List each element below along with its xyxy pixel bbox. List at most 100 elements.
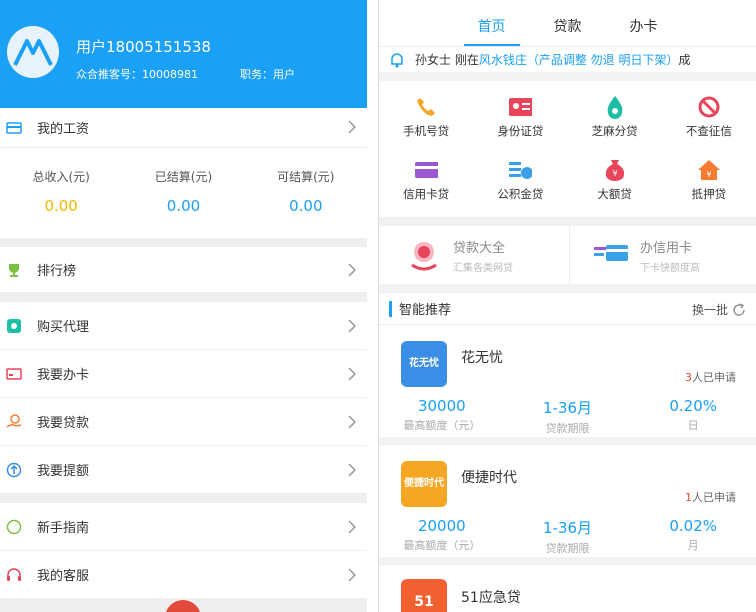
applicant-count: 3人已申请 <box>685 369 736 385</box>
product-name: 花无忧 <box>461 350 503 366</box>
compass-icon <box>6 519 22 535</box>
promo-title: 贷款大全 <box>453 240 506 256</box>
stat-term: 1-36月贷款期限 <box>505 397 631 436</box>
profile-panel: 用户18005151538 众合推客号：10008981 职务：用户 我的工资 … <box>0 0 367 612</box>
phone-icon <box>414 95 438 119</box>
loan-list-icon <box>405 236 443 274</box>
applicant-suffix: 人已申请 <box>692 371 736 384</box>
stat-value: 0.02% <box>669 517 717 535</box>
menu-item-apply-loan[interactable]: 我要贷款 <box>0 398 367 446</box>
chevron-right-icon <box>348 520 357 534</box>
divider <box>0 494 367 503</box>
stat-value: 20000 <box>417 517 466 535</box>
grid-item-sesame-loan[interactable]: 芝麻分贷 <box>568 91 662 154</box>
top-tabs: 首页 贷款 办卡 <box>379 0 756 46</box>
promo-credit-card[interactable]: 办信用卡 下卡快额度高 <box>569 226 756 284</box>
headset-icon <box>6 567 22 583</box>
stat-value: 30000 <box>417 397 466 415</box>
stat-rate: 0.02% 月 <box>630 517 756 556</box>
product-card[interactable]: 便捷时代 便捷时代 1人已申请 20000 最高额度（元） 1-36月 贷款期限 0… <box>379 445 756 565</box>
card-stack-icon <box>592 236 630 274</box>
grid-item-phone-loan[interactable]: 手机号贷 <box>379 91 473 154</box>
notice-suffix: 成 <box>678 53 691 67</box>
menu-item-guide[interactable]: 新手指南 <box>0 503 367 551</box>
promo-subtitle: 下卡快额度高 <box>640 262 700 274</box>
credit-card-icon <box>6 366 22 382</box>
grid-item-credit-card-loan[interactable]: 信用卡贷 <box>379 154 473 217</box>
grid-item-no-credit-check[interactable]: 不查征信 <box>662 91 756 154</box>
stat-term: 1-36月 贷款期限 <box>505 517 631 556</box>
product-card[interactable]: 花无忧 花无忧 3人已申请 30000 最高额度（元） 1-36月 贷款期限 0.2… <box>379 325 756 445</box>
home-panel: 首页 贷款 办卡 孙女士 刚在 风水钱庄（产品调整 勿退 明日下架） 成 手机号… <box>378 0 756 612</box>
promo-loan-list[interactable]: 贷款大全 汇集各类网贷 <box>379 226 569 284</box>
grid-label: 芝麻分贷 <box>591 124 638 138</box>
menu-item-apply-card[interactable]: 我要办卡 <box>0 350 367 398</box>
sesame-icon <box>603 95 627 119</box>
recommend-header: 智能推荐 换一批 <box>379 293 756 325</box>
tab-loan[interactable]: 贷款 <box>530 16 606 46</box>
notice-prefix: 孙女士 刚在 <box>415 53 479 67</box>
menu-item-raise-limit[interactable]: 我要提额 <box>0 446 367 494</box>
product-stats: 30000 最高额度（元） 1-36月 贷款期限 0.20% 日 <box>379 397 756 436</box>
stat-amount: 30000 最高额度（元） <box>379 397 505 436</box>
refresh-button[interactable]: 换一批 <box>692 301 746 318</box>
divider <box>0 238 367 247</box>
tab-home[interactable]: 首页 <box>454 16 530 46</box>
stat-label: 贷款期限 <box>545 422 590 435</box>
menu-label: 购买代理 <box>37 320 90 335</box>
notice-bar[interactable]: 孙女士 刚在 风水钱庄（产品调整 勿退 明日下架） 成 <box>379 46 756 72</box>
loan-category-grid: 手机号贷 身份证贷 芝麻分贷 不查征信 信用卡贷 公积金贷 ¥ 大额贷 ¥ 抵押… <box>379 81 756 217</box>
menu-label: 我要提额 <box>37 464 90 479</box>
stat-label: 最高额度（元） <box>403 419 481 432</box>
app-root: 用户18005151538 众合推客号：10008981 职务：用户 我的工资 … <box>0 0 756 612</box>
applicant-count: 1人已申请 <box>685 489 736 505</box>
grid-label: 身份证贷 <box>497 124 544 138</box>
grid-item-large-loan[interactable]: ¥ 大额贷 <box>568 154 662 217</box>
agent-icon <box>6 318 22 334</box>
divider <box>0 293 367 302</box>
product-name: 便捷时代 <box>461 470 517 486</box>
product-stats: 20000 最高额度（元） 1-36月 贷款期限 0.02% 月 <box>379 517 756 556</box>
menu-item-ranking[interactable]: 排行榜 <box>0 247 367 293</box>
house-icon: ¥ <box>697 158 721 182</box>
grid-item-mortgage-loan[interactable]: ¥ 抵押贷 <box>662 154 756 217</box>
menu-item-service[interactable]: 我的客服 <box>0 551 367 599</box>
trophy-icon <box>6 262 22 278</box>
menu-item-buy-agent[interactable]: 购买代理 <box>0 302 367 350</box>
settleable-value: 0.00 <box>289 197 323 215</box>
no-credit-icon <box>697 95 721 119</box>
tab-card[interactable]: 办卡 <box>606 16 682 46</box>
wallet-icon <box>6 120 22 136</box>
grid-item-id-loan[interactable]: 身份证贷 <box>473 91 567 154</box>
menu-label: 我要办卡 <box>37 368 90 383</box>
promo-strip: 贷款大全 汇集各类网贷 办信用卡 下卡快额度高 <box>379 226 756 284</box>
chevron-right-icon <box>348 367 357 381</box>
promo-title: 办信用卡 <box>640 240 693 256</box>
grid-item-fund-loan[interactable]: 公积金贷 <box>473 154 567 217</box>
decorative-badge <box>165 600 201 612</box>
product-card[interactable]: 51 51应急贷 <box>379 565 756 612</box>
notice-highlight: 风水钱庄（产品调整 勿退 明日下架） <box>478 53 679 67</box>
product-logo: 51 <box>401 579 447 612</box>
chevron-right-icon <box>348 319 357 333</box>
money-bag-icon: ¥ <box>603 158 627 182</box>
profile-header: 用户18005151538 众合推客号：10008981 职务：用户 <box>0 0 367 108</box>
salary-row[interactable]: 我的工资 <box>0 108 367 148</box>
credit-card-icon <box>414 158 439 182</box>
product-name: 51应急贷 <box>461 590 521 606</box>
stat-label: 贷款期限 <box>545 542 590 555</box>
total-income: 总收入(元) 0.00 <box>0 148 122 238</box>
settleable-label: 可结算(元) <box>277 170 335 184</box>
app-logo <box>7 26 59 78</box>
username: 用户18005151538 <box>76 38 211 56</box>
stat-value: 1-36月 <box>542 399 593 417</box>
chevron-right-icon <box>348 463 357 477</box>
applicant-number: 3 <box>685 371 692 384</box>
settled: 已结算(元) 0.00 <box>122 148 244 238</box>
menu-label: 排行榜 <box>37 264 77 279</box>
product-logo: 花无忧 <box>401 341 447 387</box>
settled-value: 0.00 <box>166 197 201 215</box>
menu-label: 新手指南 <box>37 521 90 536</box>
role-label: 职务：用户 <box>240 68 295 81</box>
id-card-icon <box>508 95 533 119</box>
